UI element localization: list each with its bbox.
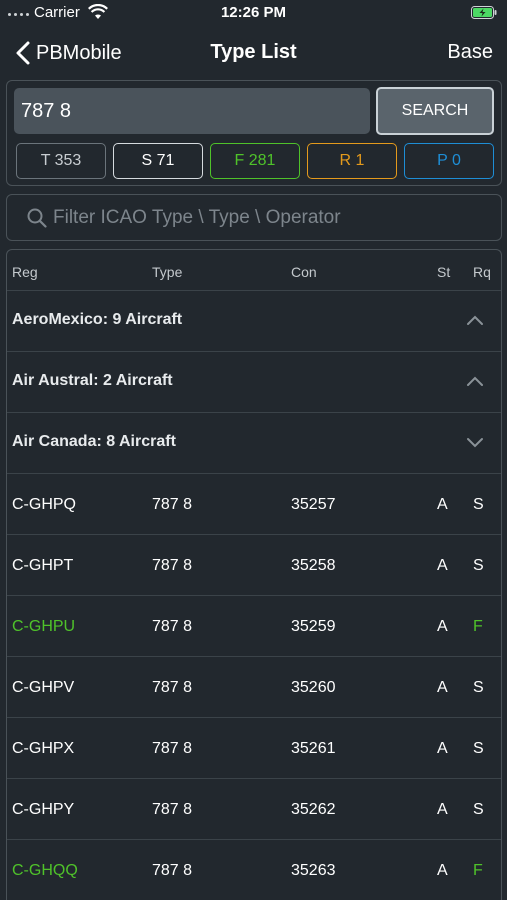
search-icon [27, 208, 47, 228]
counter-p-button[interactable]: P 0 [404, 143, 494, 179]
cell-type: 787 8 [152, 496, 193, 513]
search-input[interactable]: 787 8 [14, 88, 370, 134]
header-type: Type [152, 264, 183, 280]
cell-reg: C-GHPY [12, 801, 75, 818]
cell-type: 787 8 [152, 862, 193, 879]
counter-total-button[interactable]: T 353 [16, 143, 106, 179]
filter-placeholder: Filter ICAO Type \ Type \ Operator [53, 206, 341, 228]
battery-charging-icon [471, 6, 497, 19]
counter-bar: T 353 S 71 F 281 R 1 P 0 [16, 143, 494, 179]
table-row[interactable]: C-GHPU 787 8 35259 A F [7, 596, 501, 657]
chevron-down-icon [467, 438, 483, 448]
cell-st: A [437, 679, 448, 696]
cell-con: 35263 [291, 862, 336, 879]
cell-st: A [437, 862, 448, 879]
group-row-air-canada[interactable]: Air Canada: 8 Aircraft [7, 413, 501, 474]
cell-type: 787 8 [152, 801, 193, 818]
cell-rq: S [473, 801, 484, 818]
chevron-left-icon [16, 41, 30, 65]
table-row[interactable]: C-GHPQ 787 8 35257 A S [7, 474, 501, 535]
cell-rq: S [473, 740, 484, 757]
cell-con: 35258 [291, 557, 336, 574]
clock: 12:26 PM [220, 4, 287, 21]
cell-reg: C-GHPV [12, 679, 75, 696]
cell-con: 35260 [291, 679, 336, 696]
table-row[interactable]: C-GHPY 787 8 35262 A S [7, 779, 501, 840]
aircraft-table[interactable]: Reg Type Con St Rq AeroMexico: 9 Aircraf… [6, 249, 502, 900]
cell-st: A [437, 740, 448, 757]
cell-type: 787 8 [152, 679, 193, 696]
table-row[interactable]: C-GHQQ 787 8 35263 A F [7, 840, 501, 900]
cell-con: 35257 [291, 496, 336, 513]
counter-f-button[interactable]: F 281 [210, 143, 300, 179]
cell-reg: C-GHPT [12, 557, 74, 574]
header-con: Con [291, 264, 317, 280]
cell-rq: F [473, 862, 483, 879]
header-st: St [437, 264, 451, 280]
cell-reg: C-GHPX [12, 740, 75, 757]
chevron-up-icon [467, 315, 483, 325]
search-button[interactable]: SEARCH [376, 87, 494, 135]
table-header: Reg Type Con St Rq [7, 250, 501, 291]
cell-st: A [437, 557, 448, 574]
cell-type: 787 8 [152, 618, 193, 635]
status-bar: Carrier 12:26 PM [0, 0, 507, 26]
header-reg: Reg [12, 264, 38, 280]
group-title: Air Canada: 8 Aircraft [12, 433, 176, 450]
base-button[interactable]: Base [447, 41, 493, 64]
cell-rq: S [473, 496, 484, 513]
group-row-air-austral[interactable]: Air Austral: 2 Aircraft [7, 352, 501, 413]
cell-con: 35261 [291, 740, 336, 757]
cell-rq: F [473, 618, 483, 635]
cell-rq: S [473, 557, 484, 574]
group-title: AeroMexico: 9 Aircraft [12, 311, 183, 328]
table-row[interactable]: C-GHPV 787 8 35260 A S [7, 657, 501, 718]
back-label: PBMobile [36, 41, 122, 64]
cell-st: A [437, 618, 448, 635]
cell-con: 35262 [291, 801, 336, 818]
cell-con: 35259 [291, 618, 336, 635]
cell-st: A [437, 801, 448, 818]
cell-st: A [437, 496, 448, 513]
header-rq: Rq [473, 264, 491, 280]
table-row[interactable]: C-GHPT 787 8 35258 A S [7, 535, 501, 596]
chevron-up-icon [467, 376, 483, 386]
filter-input[interactable]: Filter ICAO Type \ Type \ Operator [6, 194, 502, 241]
cell-reg: C-GHQQ [12, 862, 78, 879]
table-row[interactable]: C-GHPX 787 8 35261 A S [7, 718, 501, 779]
cell-type: 787 8 [152, 557, 193, 574]
group-row-aeromexico[interactable]: AeroMexico: 9 Aircraft [7, 291, 501, 352]
cell-rq: S [473, 679, 484, 696]
search-panel: 787 8 SEARCH T 353 S 71 F 281 R 1 P 0 [6, 80, 502, 186]
counter-r-button[interactable]: R 1 [307, 143, 397, 179]
cell-type: 787 8 [152, 740, 193, 757]
group-title: Air Austral: 2 Aircraft [12, 372, 173, 389]
cell-reg: C-GHPQ [12, 496, 76, 513]
cell-reg: C-GHPU [12, 618, 76, 635]
back-button[interactable]: PBMobile [14, 38, 122, 68]
counter-s-button[interactable]: S 71 [113, 143, 203, 179]
